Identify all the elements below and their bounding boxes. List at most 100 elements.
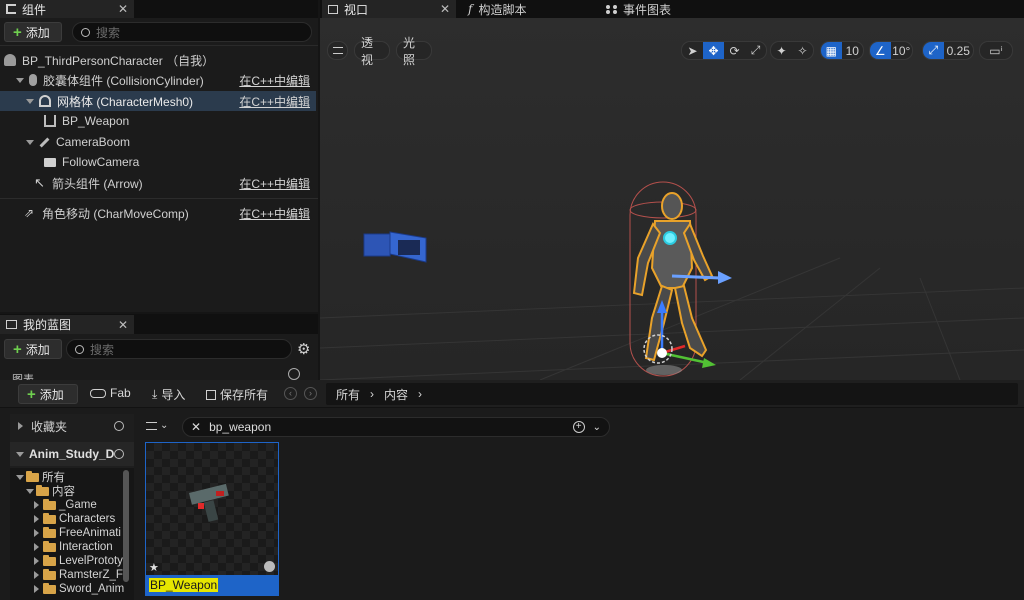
folder-icon [43, 526, 56, 538]
tree-item-char-move-comp[interactable]: ⇗ 角色移动 (CharMoveComp) 在C++中编辑 [0, 203, 316, 223]
folder-item[interactable]: Characters [34, 512, 115, 526]
import-button[interactable]: ⤓ 导入 [152, 386, 185, 403]
folder-tree-scrollbar[interactable] [123, 470, 129, 582]
add-graph-icon[interactable] [288, 368, 300, 380]
weapon-preview [189, 483, 229, 522]
movement-icon: ⇗ [24, 206, 35, 220]
hamburger-icon [332, 47, 343, 54]
perspective-button[interactable]: 透视 [354, 36, 390, 67]
camera-speed-button[interactable]: ▭ⁱ [979, 41, 1013, 60]
history-forward-icon[interactable]: › [304, 387, 317, 400]
chevron-right-icon: › [418, 387, 423, 401]
select-tool-icon[interactable]: ➤ [682, 42, 703, 59]
expand-arrow-icon [34, 571, 39, 579]
folder-item-all[interactable]: 所有 [16, 470, 65, 484]
expand-arrow-icon[interactable] [26, 139, 34, 145]
viewport-scene [320, 18, 1024, 380]
folder-item[interactable]: Sword_Anim [34, 582, 124, 596]
asset-search-input[interactable]: ✕ bp_weapon + ⌄ [182, 417, 610, 437]
scale-tool-icon[interactable]: ⤢ [745, 42, 766, 59]
tab-event-graph[interactable]: 事件图表 [600, 0, 735, 18]
filter-button[interactable]: ⌄ [146, 420, 168, 431]
content-add-button[interactable]: + 添加 [18, 384, 78, 404]
components-panel: 组件 ✕ + 添加 搜索 BP_ThirdPersonCharacter （自我… [0, 0, 318, 312]
folder-item[interactable]: Interaction [34, 540, 113, 554]
tab-viewport[interactable]: 视口 ✕ [322, 0, 456, 18]
edit-in-cpp-link[interactable]: 在C++中编辑 [239, 205, 310, 222]
lighting-button[interactable]: 光照 [396, 36, 432, 67]
tree-item-bp-weapon[interactable]: BP_Weapon [0, 111, 316, 131]
history-back-icon[interactable]: ‹ [284, 387, 297, 400]
project-header[interactable]: Anim_Study_D [10, 442, 134, 466]
favorite-star-icon[interactable]: ★ [149, 561, 159, 574]
tab-components[interactable]: 组件 ✕ [0, 0, 134, 18]
breadcrumb-item[interactable]: 所有 [336, 386, 360, 403]
person-icon [4, 54, 16, 66]
folder-item[interactable]: FreeAnimati [34, 526, 121, 540]
world-space-icon[interactable]: ✦ [771, 42, 792, 59]
scale-snap-toggle[interactable]: ⤢ 0.25 [922, 41, 974, 60]
coordinate-tools: ✦ ✧ [770, 41, 814, 60]
folder-icon [43, 582, 56, 594]
folder-item[interactable]: RamsterZ_F [34, 568, 123, 582]
search-icon[interactable] [114, 449, 124, 459]
edit-in-cpp-link[interactable]: 在C++中编辑 [239, 72, 310, 89]
edit-in-cpp-link[interactable]: 在C++中编辑 [239, 175, 310, 192]
source-control-icon [264, 561, 275, 572]
function-icon: f [468, 2, 473, 16]
graphs-section-header[interactable]: 图表 [12, 371, 34, 380]
translate-tool-icon[interactable]: ✥ [703, 42, 724, 59]
tree-item-follow-camera[interactable]: FollowCamera [0, 152, 316, 172]
surface-snap-icon[interactable]: ✧ [792, 42, 813, 59]
fab-button[interactable]: Fab [90, 386, 131, 400]
expand-arrow-icon[interactable] [26, 98, 34, 104]
save-all-button[interactable]: 保存所有 [206, 386, 268, 403]
grid-icon: ▦ [821, 42, 842, 59]
rotate-tool-icon[interactable]: ⟳ [724, 42, 745, 59]
fab-icon [90, 388, 106, 398]
folder-item[interactable]: LevelPrototy [34, 554, 123, 568]
tree-item-character-mesh[interactable]: 网格体 (CharacterMesh0) 在C++中编辑 [0, 91, 316, 111]
tree-item-collision-cylinder[interactable]: 胶囊体组件 (CollisionCylinder) 在C++中编辑 [0, 70, 316, 90]
tree-item-camera-boom[interactable]: CameraBoom [0, 132, 316, 152]
blueprint-search-input[interactable]: 搜索 [66, 339, 292, 359]
expand-arrow-icon [34, 543, 39, 551]
tab-construction-script[interactable]: f 构造脚本 [462, 0, 597, 18]
tab-my-blueprint[interactable]: 我的蓝图 ✕ [0, 315, 134, 334]
folder-item-content[interactable]: 内容 [26, 484, 75, 498]
content-browser: + 添加 Fab ⤓ 导入 保存所有 ‹ › 所有 › 内容 › 收藏夹 Ani… [0, 380, 1024, 600]
clear-search-icon[interactable]: ✕ [191, 420, 201, 434]
asset-name-bar: BP_Weapon [146, 575, 278, 595]
edit-in-cpp-link[interactable]: 在C++中编辑 [239, 93, 310, 110]
tree-item-arrow[interactable]: ↖ 箭头组件 (Arrow) 在C++中编辑 [0, 173, 316, 193]
filter-icon [146, 421, 157, 430]
gear-icon[interactable]: ⚙ [297, 340, 310, 358]
camera-speed-icon: ▭ⁱ [989, 43, 1003, 58]
asset-tile[interactable]: ★ BP_Weapon [145, 442, 279, 596]
asset-name[interactable]: BP_Weapon [149, 578, 219, 592]
capsule-icon [29, 74, 37, 86]
close-icon[interactable]: ✕ [440, 2, 450, 16]
sources-panel: 收藏夹 Anim_Study_D 所有 内容 _Game Characters … [10, 414, 134, 600]
folder-item[interactable]: _Game [34, 498, 97, 512]
add-filter-icon[interactable]: + [572, 421, 585, 433]
close-icon[interactable]: ✕ [118, 318, 128, 332]
chevron-down-icon[interactable]: ⌄ [593, 422, 601, 433]
add-component-button[interactable]: + 添加 [4, 22, 62, 42]
close-icon[interactable]: ✕ [118, 2, 128, 16]
rotation-snap-toggle[interactable]: ∠ 10° [869, 41, 913, 60]
viewport[interactable]: 透视 光照 ➤ ✥ ⟳ ⤢ ✦ ✧ ▦ 10 ∠ 10° ⤢ 0.25 ▭ⁱ [320, 18, 1024, 380]
search-icon[interactable] [114, 421, 124, 431]
tree-item-root[interactable]: BP_ThirdPersonCharacter （自我） [0, 50, 316, 70]
chevron-right-icon: › [370, 387, 375, 401]
expand-arrow-icon[interactable] [16, 77, 24, 83]
asset-thumbnail: ★ [146, 443, 278, 575]
breadcrumb-item[interactable]: 内容 [384, 386, 408, 403]
favorites-header[interactable]: 收藏夹 [10, 414, 134, 438]
grid-snap-toggle[interactable]: ▦ 10 [820, 41, 864, 60]
components-search-input[interactable]: 搜索 [72, 22, 312, 42]
folder-icon [43, 568, 56, 580]
add-blueprint-member-button[interactable]: + 添加 [4, 339, 62, 359]
breadcrumb: 所有 › 内容 › [326, 383, 1018, 405]
viewport-menu-button[interactable] [327, 41, 348, 60]
